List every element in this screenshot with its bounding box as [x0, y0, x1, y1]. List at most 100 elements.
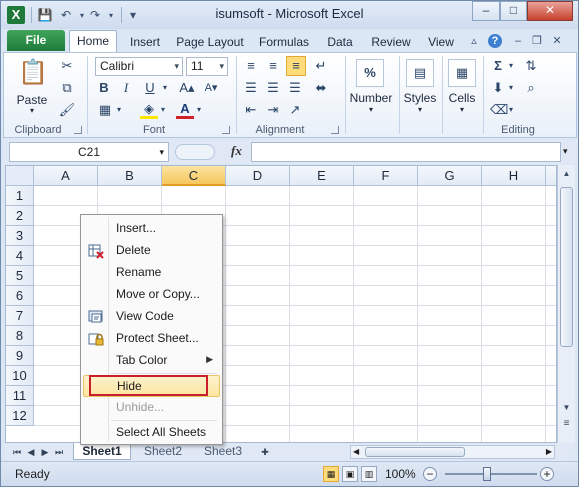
sheet-tab-sheet3[interactable]: Sheet3 [195, 443, 251, 460]
next-sheet-icon[interactable]: ▶ [39, 445, 51, 459]
sheet-tab-sheet2[interactable]: Sheet2 [135, 443, 191, 460]
column-header[interactable]: E [290, 166, 354, 186]
scroll-right-icon[interactable]: ▶ [546, 446, 552, 458]
doc-close-icon[interactable]: ✕ [550, 34, 564, 48]
page-break-view-icon[interactable]: ▥ [361, 466, 377, 482]
horizontal-scroll-thumb[interactable] [365, 447, 465, 457]
italic-button[interactable]: I [118, 79, 134, 97]
page-layout-view-icon[interactable]: ▣ [342, 466, 358, 482]
clear-icon[interactable]: ⌫ [490, 101, 508, 119]
autosum-dropdown-icon[interactable]: ▾ [506, 57, 516, 75]
underline-button[interactable]: U [142, 79, 158, 97]
row-header[interactable]: 6 [6, 286, 34, 306]
tab-insert[interactable]: Insert [123, 32, 167, 52]
alignment-dialog-launcher-icon[interactable] [331, 126, 339, 134]
last-sheet-icon[interactable]: ⏭ [53, 445, 65, 459]
clear-dropdown-icon[interactable]: ▾ [506, 101, 516, 119]
font-name-dropdown-icon[interactable]: ▾ [174, 58, 179, 75]
column-header[interactable]: H [482, 166, 546, 186]
zoom-out-icon[interactable]: − [423, 467, 437, 481]
menu-item-select-all-sheets[interactable]: Select All Sheets [83, 422, 220, 444]
minimize-button[interactable]: – [472, 1, 500, 21]
vertical-scrollbar[interactable]: ▲ ▼ ≡ [557, 165, 575, 443]
zoom-in-icon[interactable]: + [540, 467, 554, 481]
menu-item-insert[interactable]: Insert... [83, 218, 220, 240]
font-size-box[interactable]: 11 ▾ [186, 57, 228, 76]
insert-function-button[interactable]: fx [231, 143, 242, 159]
formula-input[interactable] [251, 142, 561, 162]
sheet-tab-sheet1[interactable]: Sheet1 [73, 443, 131, 460]
zoom-slider-track[interactable] [445, 473, 537, 475]
bold-button[interactable]: B [96, 79, 112, 97]
row-header[interactable]: 9 [6, 346, 34, 366]
merge-center-icon[interactable]: ⬌ [312, 79, 330, 97]
normal-view-icon[interactable]: ▦ [323, 466, 339, 482]
cells-button-label[interactable]: Cells [444, 91, 480, 105]
horizontal-scrollbar[interactable]: ◀ ▶ [350, 445, 555, 459]
doc-restore-icon[interactable]: ❐ [530, 34, 544, 48]
column-header[interactable]: G [418, 166, 482, 186]
maximize-button[interactable]: □ [500, 1, 527, 21]
scroll-down-icon[interactable]: ▼ [560, 401, 573, 415]
name-box-dropdown-icon[interactable]: ▾ [159, 143, 164, 161]
row-header[interactable]: 10 [6, 366, 34, 386]
formula-expand-icon[interactable]: ▾ [563, 146, 568, 157]
align-middle-icon[interactable]: ≡ [264, 57, 282, 75]
orientation-icon[interactable]: ↗ [286, 101, 304, 119]
fill-color-dropdown-icon[interactable]: ▾ [158, 101, 168, 119]
tab-view[interactable]: View [423, 32, 459, 52]
collapse-ribbon-icon[interactable]: ▵ [467, 34, 481, 48]
font-color-icon[interactable]: A [176, 101, 194, 119]
first-sheet-icon[interactable]: ⏮ [11, 445, 23, 459]
menu-item-delete[interactable]: Delete [83, 240, 220, 262]
align-top-icon[interactable]: ≡ [242, 57, 260, 75]
row-header[interactable]: 11 [6, 386, 34, 406]
styles-dropdown-icon[interactable]: ▾ [398, 105, 442, 114]
split-view-icon[interactable]: ≡ [560, 417, 573, 431]
menu-item-view-code[interactable]: View Code [83, 306, 220, 328]
clipboard-dialog-launcher-icon[interactable] [74, 126, 82, 134]
menu-item-move-or-copy[interactable]: Move or Copy... [83, 284, 220, 306]
row-header[interactable]: 2 [6, 206, 34, 226]
tab-page-layout[interactable]: Page Layout [173, 32, 247, 52]
copy-icon[interactable]: ⧉ [58, 79, 76, 97]
fill-color-icon[interactable]: ◈ [140, 101, 158, 119]
align-right-icon[interactable]: ☰ [286, 79, 304, 97]
format-painter-icon[interactable]: 🖌 [58, 101, 76, 119]
wrap-text-icon[interactable]: ↵ [312, 57, 330, 75]
row-header[interactable]: 12 [6, 406, 34, 426]
find-select-icon[interactable]: ⌕ [522, 79, 540, 97]
menu-item-protect-sheet[interactable]: Protect Sheet... [83, 328, 220, 350]
decrease-indent-icon[interactable]: ⇤ [242, 101, 260, 119]
sort-filter-icon[interactable]: ⇅ [522, 57, 540, 75]
number-format-icon[interactable]: % [356, 59, 384, 87]
autosum-icon[interactable]: Σ [490, 57, 506, 75]
zoom-level[interactable]: 100% [385, 467, 416, 481]
align-left-icon[interactable]: ☰ [242, 79, 260, 97]
row-header[interactable]: 3 [6, 226, 34, 246]
column-header[interactable]: A [34, 166, 98, 186]
row-header[interactable]: 7 [6, 306, 34, 326]
row-header[interactable]: 5 [6, 266, 34, 286]
formula-expand-handle[interactable] [175, 144, 215, 160]
prev-sheet-icon[interactable]: ◀ [25, 445, 37, 459]
align-center-icon[interactable]: ☰ [264, 79, 282, 97]
menu-item-tab-color[interactable]: Tab Color ▶ [83, 350, 220, 372]
cells-icon[interactable]: ▦ [448, 59, 476, 87]
number-button-label[interactable]: Number [346, 91, 396, 105]
tab-data[interactable]: Data [321, 32, 359, 52]
select-all-corner[interactable] [6, 166, 34, 186]
font-size-dropdown-icon[interactable]: ▾ [219, 58, 224, 75]
paste-dropdown-icon[interactable]: ▾ [12, 106, 52, 115]
styles-icon[interactable]: ▤ [406, 59, 434, 87]
insert-sheet-icon[interactable]: ✚ [257, 445, 273, 459]
tab-home[interactable]: Home [69, 30, 117, 53]
column-header[interactable]: D [226, 166, 290, 186]
number-dropdown-icon[interactable]: ▾ [346, 105, 396, 114]
fill-icon[interactable]: ⬇ [490, 79, 506, 97]
align-bottom-icon[interactable]: ≡ [286, 56, 306, 76]
paste-icon[interactable]: 📋 [18, 57, 48, 89]
font-grow-icon[interactable]: A▴ [178, 79, 196, 97]
column-header-partial[interactable] [546, 166, 556, 186]
row-header[interactable]: 1 [6, 186, 34, 206]
